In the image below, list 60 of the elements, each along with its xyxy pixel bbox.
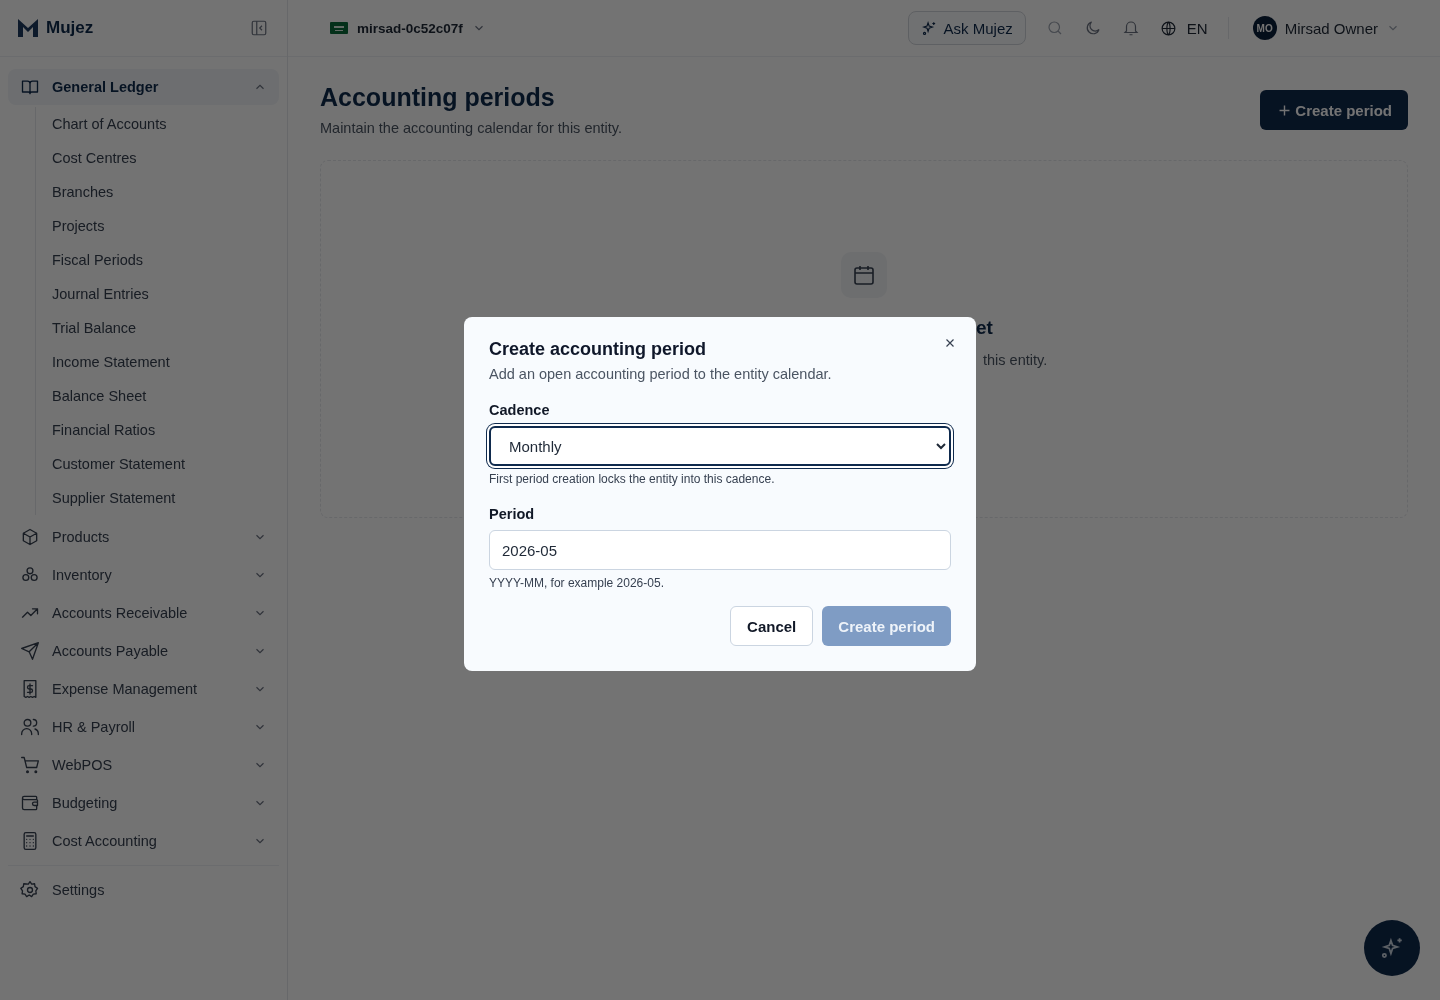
sidebar-item[interactable]: Inventory xyxy=(8,557,279,593)
sidebar-subitem[interactable]: Trial Balance xyxy=(52,311,279,345)
sidebar-subitem[interactable]: Chart of Accounts xyxy=(52,107,279,141)
sidebar-subitem[interactable]: Projects xyxy=(52,209,279,243)
cadence-select[interactable]: Monthly xyxy=(489,426,951,466)
field-hint: YYYY-MM, for example 2026-05. xyxy=(489,576,665,590)
empty-state-title: et xyxy=(976,317,993,339)
sidebar-item[interactable]: Products xyxy=(8,519,279,555)
users-icon xyxy=(20,717,40,737)
sidebar-item[interactable]: Expense Management xyxy=(8,671,279,707)
empty-state-text: this entity. xyxy=(983,352,1048,368)
field-hint: First period creation locks the entity into this cadence. xyxy=(489,472,776,486)
calendar-icon xyxy=(841,252,887,298)
sidebar-subitem[interactable]: Branches xyxy=(52,175,279,209)
ask-assistant-button[interactable]: Ask Mujez xyxy=(907,11,1026,45)
sidebar-item[interactable]: Accounts Payable xyxy=(8,633,279,669)
wallet-icon xyxy=(20,793,40,813)
sidebar-subitem[interactable]: Balance Sheet xyxy=(52,379,279,413)
avatar: MO xyxy=(1252,16,1277,40)
sidebar-subitem[interactable]: Income Statement xyxy=(52,345,279,379)
brand-name: Mujez xyxy=(46,18,95,38)
cart-icon xyxy=(20,755,40,775)
sidebar-item[interactable]: General Ledger xyxy=(8,69,279,105)
dialog-title: Create accounting period xyxy=(489,339,708,360)
sidebar-subitem[interactable]: Cost Centres xyxy=(52,141,279,175)
sidebar-item[interactable]: Cost Accounting xyxy=(8,823,279,859)
field-label: Period xyxy=(489,506,536,522)
sidebar-item[interactable]: Accounts Receivable xyxy=(8,595,279,631)
create-period-button[interactable]: Create period xyxy=(1260,90,1408,130)
user-menu[interactable]: MO Mirsad Owner xyxy=(1252,16,1400,40)
flag-icon xyxy=(330,22,348,34)
search-icon[interactable] xyxy=(1045,19,1064,37)
sidebar-toggle-icon[interactable] xyxy=(250,19,268,37)
language-selector[interactable]: EN xyxy=(1159,19,1208,37)
cancel-button[interactable]: Cancel xyxy=(730,606,814,646)
sidebar-item[interactable]: Settings xyxy=(8,872,279,908)
sidebar-item[interactable]: HR & Payroll xyxy=(8,709,279,745)
sidebar-subitem[interactable]: Supplier Statement xyxy=(52,481,279,515)
sidebar-subitem[interactable]: Journal Entries xyxy=(52,277,279,311)
sidebar-subitem[interactable]: Financial Ratios xyxy=(52,413,279,447)
globe-icon xyxy=(1159,19,1177,37)
user-name: Mirsad Owner xyxy=(1284,19,1378,37)
sidebar-subitem[interactable]: Fiscal Periods xyxy=(52,243,279,277)
dialog-subtitle: Add an open accounting period to the entity calendar. xyxy=(489,366,833,382)
entity-selector[interactable]: mirsad-0c52c07f xyxy=(330,20,486,36)
sidebar-item[interactable]: Budgeting xyxy=(8,785,279,821)
sidebar-item[interactable]: WebPOS xyxy=(8,747,279,783)
sparkle-icon xyxy=(1379,935,1405,961)
period-input[interactable]: 2026-05 xyxy=(489,530,951,570)
box-icon xyxy=(20,527,40,547)
send-icon xyxy=(20,641,40,661)
page-subtitle: Maintain the accounting calendar for this entity. xyxy=(320,120,622,136)
page-title: Accounting periods xyxy=(320,83,556,112)
bell-icon[interactable] xyxy=(1121,19,1140,37)
settings-icon xyxy=(20,880,40,900)
sparkle-icon xyxy=(920,19,938,37)
logo-icon xyxy=(16,16,40,40)
field-label: Cadence xyxy=(489,402,551,418)
sidebar-subitem[interactable]: Customer Statement xyxy=(52,447,279,481)
assistant-fab[interactable] xyxy=(1364,920,1420,976)
